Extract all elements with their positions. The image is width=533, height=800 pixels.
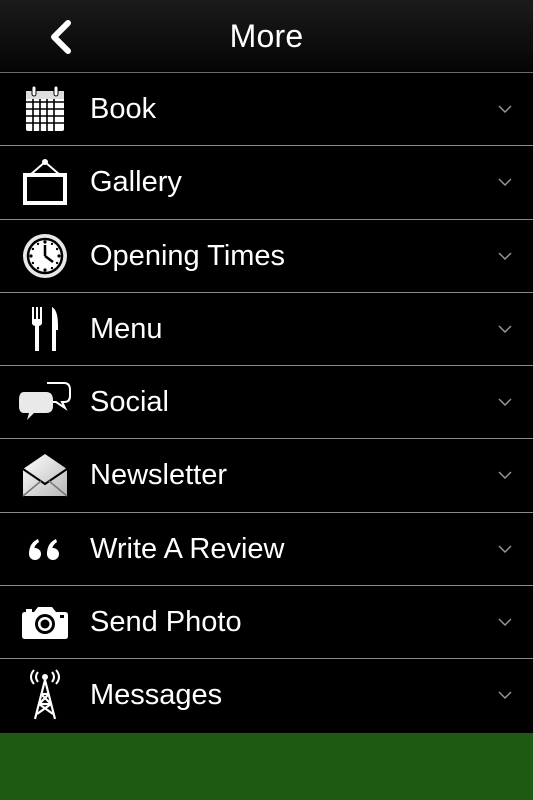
menu-item-label: Social — [90, 386, 169, 419]
chevron-down-icon — [498, 252, 512, 260]
menu-item-send-photo[interactable]: Send Photo — [0, 586, 533, 660]
chevron-down-icon — [498, 398, 512, 407]
menu-list: Book Gallery Opening Times Menu Social N… — [0, 73, 533, 733]
chevron-down-icon — [498, 545, 512, 553]
menu-item-gallery[interactable]: Gallery — [0, 146, 533, 220]
envelope-icon — [18, 447, 72, 503]
menu-item-newsletter[interactable]: Newsletter — [0, 439, 533, 513]
calendar-icon — [18, 81, 72, 137]
footer-bar — [0, 733, 533, 800]
menu-item-messages[interactable]: Messages — [0, 659, 533, 733]
menu-item-write-a-review[interactable]: Write A Review — [0, 512, 533, 587]
app-screen: More Book Gallery Opening Times Menu Soc… — [0, 0, 533, 800]
menu-item-label: Book — [90, 93, 157, 125]
menu-item-label: Gallery — [90, 166, 182, 199]
antenna-icon — [18, 667, 72, 723]
picture-frame-icon — [18, 154, 72, 210]
menu-item-social[interactable]: Social — [0, 366, 533, 440]
page-title: More — [229, 18, 304, 54]
chevron-down-icon — [498, 325, 512, 333]
menu-item-book[interactable]: Book — [0, 73, 533, 147]
menu-item-label: Write A Review — [90, 532, 285, 565]
clock-icon — [18, 228, 72, 284]
chevron-down-icon — [498, 178, 512, 187]
menu-item-label: Newsletter — [90, 459, 227, 492]
chevron-down-icon — [498, 471, 512, 480]
menu-item-opening-times[interactable]: Opening Times — [0, 219, 533, 293]
menu-item-label: Send Photo — [90, 606, 242, 639]
menu-item-label: Opening Times — [90, 239, 286, 272]
menu-item-label: Menu — [90, 312, 163, 345]
speech-bubbles-icon — [18, 374, 72, 430]
chevron-down-icon — [498, 691, 512, 700]
menu-item-label: Messages — [90, 679, 223, 712]
nav-bar: More — [0, 0, 533, 73]
chevron-down-icon — [498, 105, 512, 113]
camera-icon — [18, 594, 72, 650]
fork-knife-icon — [18, 301, 72, 357]
chevron-down-icon — [498, 618, 512, 627]
quote-icon — [18, 521, 72, 577]
menu-item-menu[interactable]: Menu — [0, 292, 533, 367]
